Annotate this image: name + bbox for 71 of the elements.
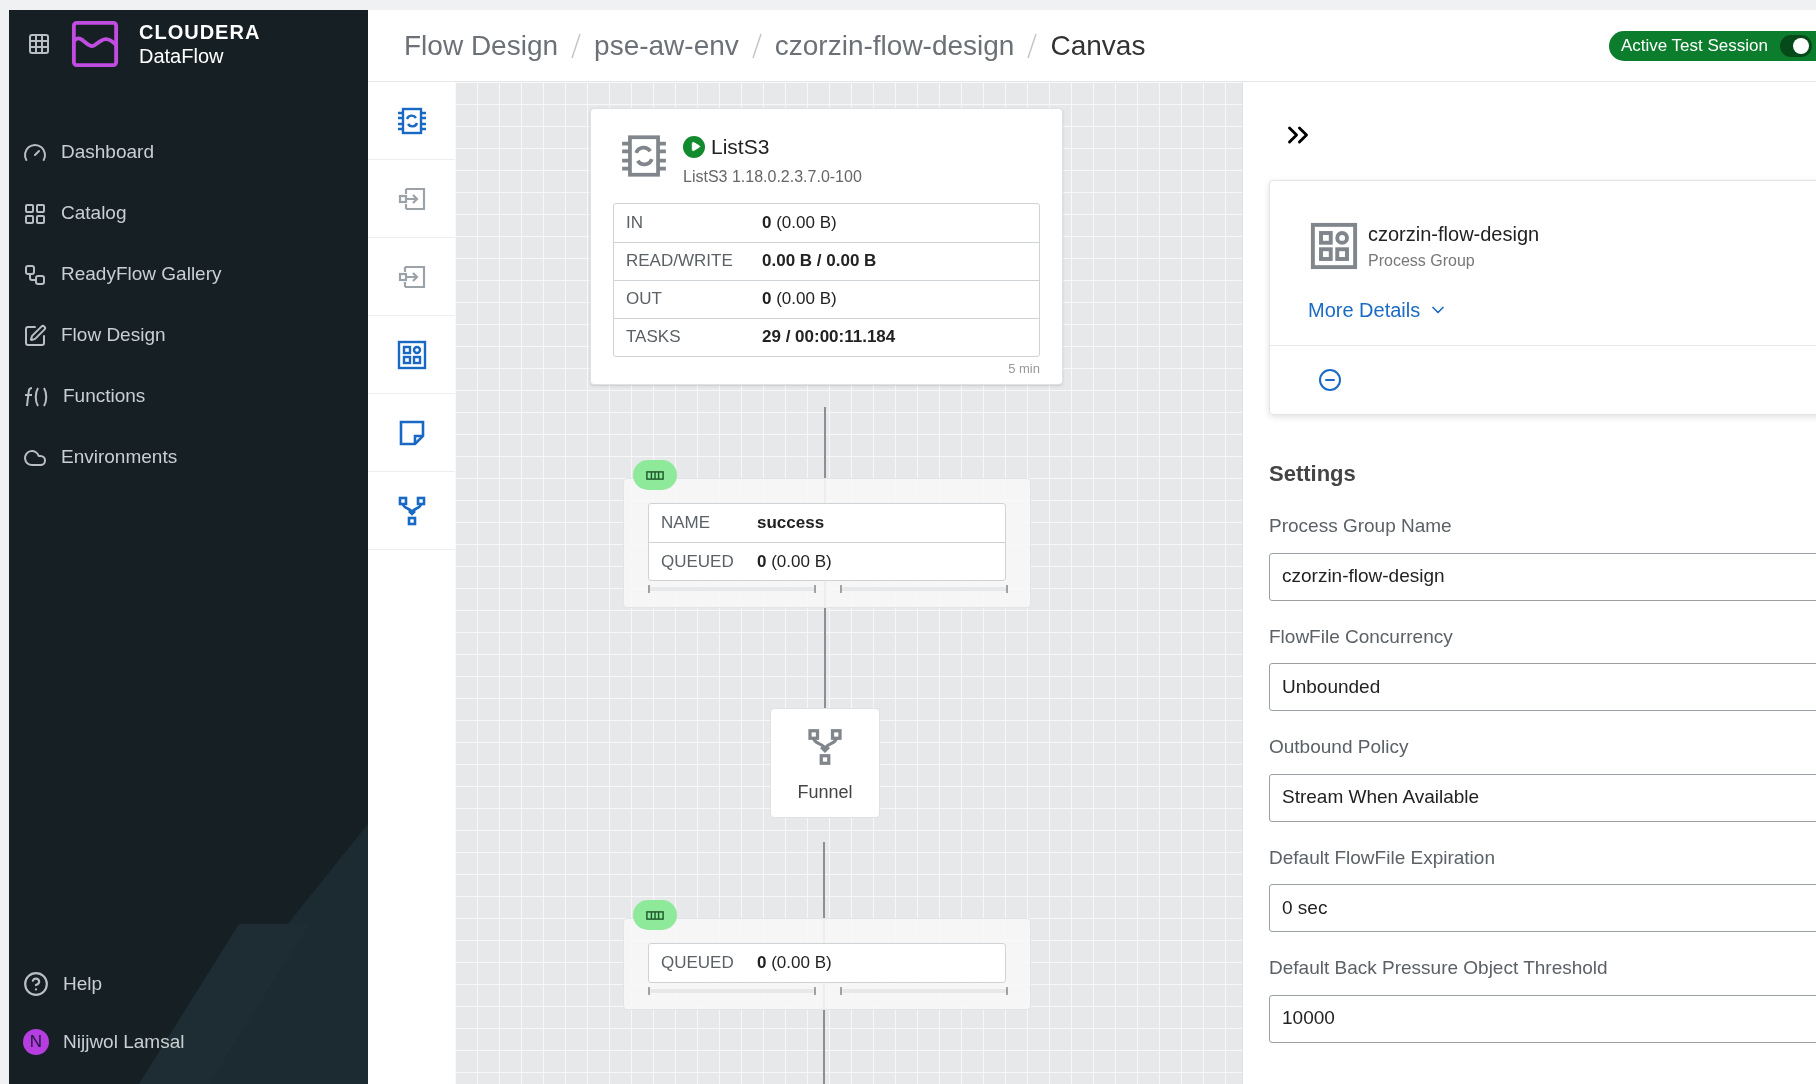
funnel-node[interactable]: Funnel (770, 708, 880, 818)
stat-label: QUEUED (661, 550, 735, 573)
connection-badge[interactable] (633, 460, 677, 490)
sidebar-item[interactable]: Functions (9, 366, 368, 427)
stat-label: OUT (626, 288, 663, 311)
stat-value: 0 (0.00 B) (757, 550, 832, 573)
field-label: Default Back Pressure Object Threshold (1269, 956, 1609, 980)
stat-value: 0 (0.00 B) (762, 288, 837, 311)
processor-card[interactable]: ListS3 ListS3 1.18.0.2.3.7.0-100 IN 0 (0.00 B) READ/WRITE 0.00 B / 0.00 B OUT 0 (0.00 B) TASKS 29 / 00:00:11.184 5 min (590, 108, 1063, 385)
app-menu-icon[interactable] (27, 32, 51, 56)
process-group-icon (1308, 220, 1360, 272)
pen-icon (23, 323, 47, 348)
breadcrumb-separator-icon (1026, 31, 1039, 60)
input-field[interactable]: Unbounded (1269, 663, 1816, 711)
help-link[interactable]: Help (9, 954, 368, 1014)
breadcrumb-link[interactable]: czorzin-flow-design (774, 24, 1015, 67)
processor-type: ListS3 1.18.0.2.3.7.0-100 (683, 166, 862, 187)
field-label: Outbound Policy (1269, 735, 1410, 759)
user-menu[interactable]: N Nijjwol Lamsal (9, 1014, 368, 1070)
stats-window: 5 min (1008, 358, 1040, 378)
breadcrumb-separator-icon (750, 31, 763, 60)
field-label: Default FlowFile Expiration (1269, 845, 1496, 870)
flow-canvas[interactable]: ListS3 ListS3 1.18.0.2.3.7.0-100 IN 0 (0.00 B) READ/WRITE 0.00 B / 0.00 B OUT 0 (0.00 B) TASKS 29 / 00:00:11.184 5 min NAME success QUEUED 0 (0.00 B) Funnel QUEUED 0 (0.00 B) (455, 82, 1242, 1084)
flow-icon (23, 262, 47, 287)
stat-value: 0 (0.00 B) (757, 952, 832, 975)
breadcrumb-separator-icon (570, 31, 583, 60)
brand-name: CLOUDERA (139, 20, 261, 44)
user-avatar: N (23, 1029, 49, 1055)
stat-label: TASKS (626, 326, 682, 349)
sidebar-item[interactable]: Dashboard (9, 122, 368, 183)
funnel-label: Funnel (797, 780, 853, 804)
connection-card[interactable]: NAME success QUEUED 0 (0.00 B) (623, 478, 1031, 608)
input-field[interactable]: czorzin-flow-design (1269, 552, 1816, 601)
remove-icon[interactable] (1318, 368, 1342, 392)
field-label: Process Group Name (1269, 514, 1453, 538)
input-field[interactable]: 0 sec (1269, 884, 1816, 932)
help-icon (23, 971, 49, 997)
sidebar-item[interactable]: Catalog (9, 183, 368, 244)
breadcrumb-link[interactable]: Flow Design (404, 24, 559, 67)
processor-name: ListS3 (711, 134, 770, 160)
sidebar-item[interactable]: Flow Design (9, 305, 368, 366)
toggle-switch[interactable] (1780, 34, 1812, 57)
stat-value: 0.00 B / 0.00 B (762, 250, 877, 273)
connection-card[interactable]: QUEUED 0 (0.00 B) (623, 918, 1031, 1010)
function-icon (23, 384, 49, 409)
stat-value: 29 / 00:00:11.184 (762, 326, 896, 349)
queue-icon (646, 470, 664, 480)
stat-label: NAME (661, 512, 712, 535)
logo-icon (71, 20, 119, 68)
field-label: FlowFile Concurrency (1269, 624, 1454, 649)
settings-heading: Settings (1269, 460, 1357, 488)
test-session-toggle[interactable]: Active Test Session (1608, 30, 1816, 61)
group-name: czorzin-flow-design (1368, 222, 1540, 247)
catalog-icon (23, 201, 47, 226)
stat-value: success (757, 512, 825, 535)
more-details-link[interactable]: More Details (1308, 295, 1449, 325)
stat-value: 0 (0.00 B) (762, 211, 837, 234)
input-field[interactable]: 10000 (1269, 994, 1816, 1043)
input-field[interactable]: Stream When Available (1269, 773, 1816, 822)
group-type: Process Group (1368, 251, 1476, 271)
stat-label: READ/WRITE (626, 250, 734, 273)
process-group-tool-icon[interactable] (395, 338, 428, 371)
connection-badge[interactable] (633, 900, 677, 930)
sidebar-item[interactable]: ReadyFlow Gallery (9, 244, 368, 305)
queue-icon (646, 910, 664, 920)
sidebar-item[interactable]: Environments (9, 427, 368, 488)
breadcrumb-link[interactable]: Canvas (1050, 24, 1146, 67)
stat-label: IN (626, 211, 644, 234)
product-name: DataFlow (139, 44, 225, 68)
stat-label: QUEUED (661, 952, 735, 975)
breadcrumb-link[interactable]: pse-aw-env (594, 24, 739, 67)
